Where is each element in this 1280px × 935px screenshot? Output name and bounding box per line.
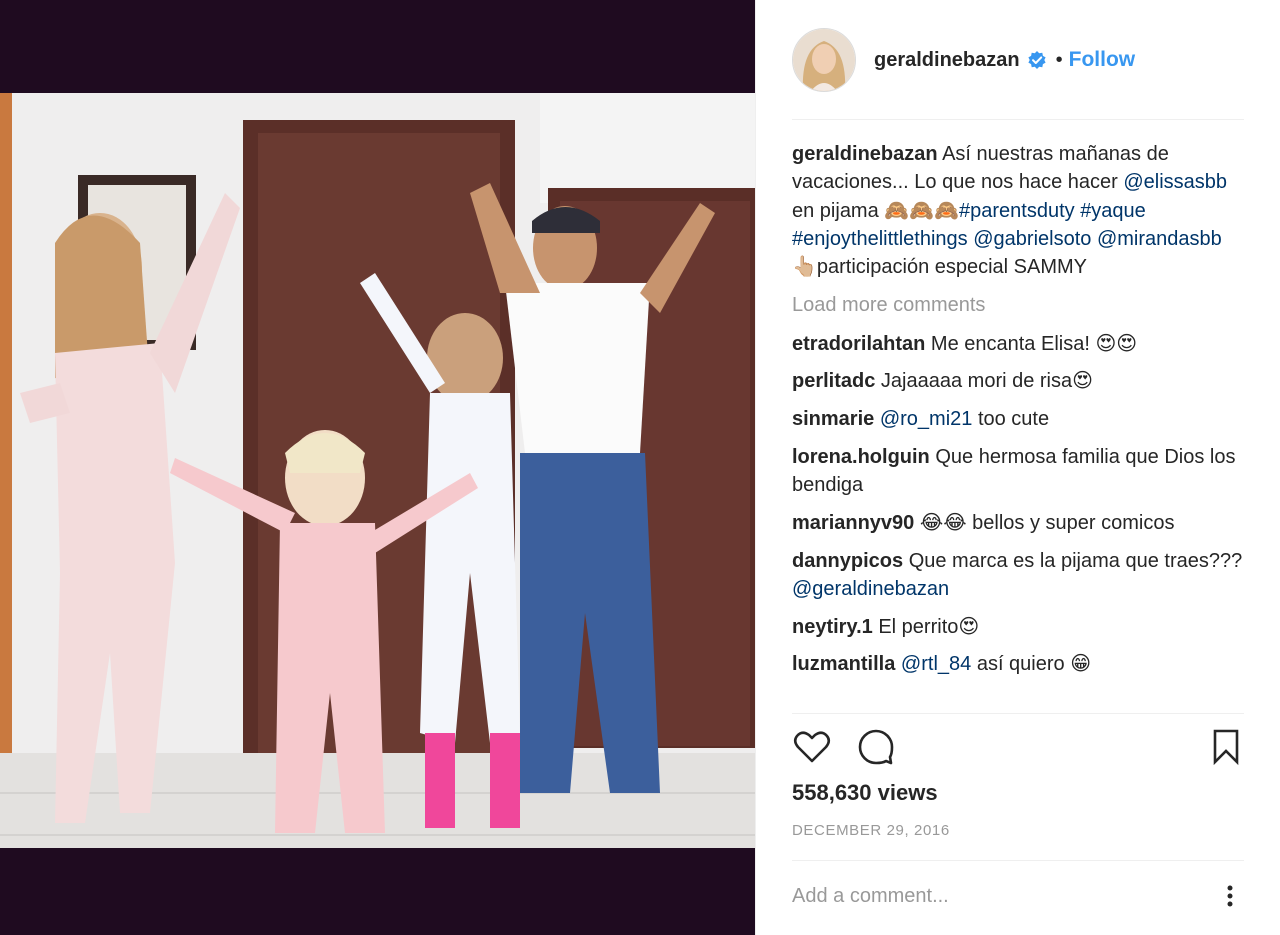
comment-username[interactable]: lorena.holguin — [792, 446, 930, 468]
caption-hashtag[interactable]: #yaque — [1080, 200, 1146, 222]
comment-username[interactable]: neytiry.1 — [792, 616, 873, 638]
comment-text: Me encanta Elisa! 😍😍 — [925, 332, 1138, 355]
video-frame-image — [0, 93, 755, 848]
avatar-image — [793, 29, 855, 91]
post-header: geraldinebazan • Follow — [792, 27, 1244, 93]
header-divider — [792, 119, 1244, 120]
caption-mention[interactable]: @elissasbb — [1123, 171, 1227, 193]
views-count[interactable]: 558,630 views — [792, 780, 938, 806]
comment-text: Jajaaaaa mori de risa😍 — [875, 370, 1093, 393]
comment-text: así quiero 😁 — [971, 653, 1092, 676]
comment-username[interactable]: sinmarie — [792, 408, 874, 430]
comment-username[interactable]: mariannyv90 — [792, 512, 914, 534]
comment-item: mariannyv90 😂😂 bellos y super comicos — [792, 509, 1247, 537]
caption-username[interactable]: geraldinebazan — [792, 143, 938, 165]
comments-list: geraldinebazan Así nuestras mañanas de v… — [792, 140, 1247, 688]
load-more-comments-button[interactable]: Load more comments — [792, 291, 1247, 319]
caption-hashtag[interactable]: #enjoythelittlethings — [792, 228, 968, 250]
comment-item: perlitadc Jajaaaaa mori de risa😍 — [792, 367, 1247, 395]
comment-username[interactable]: dannypicos — [792, 550, 903, 572]
caption-mention[interactable]: @gabrielsoto — [973, 228, 1091, 250]
post-caption: geraldinebazan Así nuestras mañanas de v… — [792, 140, 1247, 281]
action-bar — [792, 727, 1244, 771]
comment-item: lorena.holguin Que hermosa familia que D… — [792, 443, 1247, 500]
comment-mention[interactable]: @rtl_84 — [901, 653, 971, 675]
verified-badge-icon — [1028, 51, 1046, 69]
comment-username[interactable]: perlitadc — [792, 370, 875, 392]
post-side-panel: geraldinebazan • Follow geraldinebazan A… — [755, 0, 1280, 935]
caption-text: en pijama 🙈🙈🙈 — [792, 199, 959, 222]
bookmark-icon[interactable] — [1206, 727, 1246, 767]
comment-text: Que marca es la pijama que traes??? — [903, 549, 1243, 572]
follow-button[interactable]: Follow — [1069, 48, 1136, 72]
comment-mention[interactable]: @ro_mi21 — [880, 408, 973, 430]
post-date[interactable]: DECEMBER 29, 2016 — [792, 822, 950, 839]
comment-username[interactable]: etradorilahtan — [792, 333, 925, 355]
comment-mention[interactable]: @geraldinebazan — [792, 578, 949, 600]
more-dots-icon[interactable] — [1216, 882, 1244, 910]
comment-item: neytiry.1 El perrito😍 — [792, 613, 1247, 641]
caption-text: 👆🏼participación especial SAMMY — [792, 256, 1088, 279]
comments-divider — [792, 713, 1244, 714]
caption-mention[interactable]: @mirandasbb — [1097, 228, 1222, 250]
comment-item: etradorilahtan Me encanta Elisa! 😍😍 — [792, 330, 1247, 358]
comment-bubble-icon[interactable] — [856, 727, 896, 767]
add-comment-input[interactable] — [792, 884, 1216, 908]
comment-username[interactable]: luzmantilla — [792, 653, 895, 675]
comment-text: too cute — [972, 408, 1050, 431]
comment-item: sinmarie @ro_mi21 too cute — [792, 405, 1247, 433]
add-comment-form — [792, 876, 1244, 916]
header-separator: • — [1055, 48, 1063, 71]
comment-item: luzmantilla @rtl_84 así quiero 😁 — [792, 650, 1247, 678]
caption-hashtag[interactable]: #parentsduty — [959, 200, 1075, 222]
author-avatar[interactable] — [792, 28, 856, 92]
comment-text: 😂😂 bellos y super comicos — [914, 511, 1175, 534]
comment-item: dannypicos Que marca es la pijama que tr… — [792, 547, 1247, 604]
media-area — [0, 0, 755, 935]
video-player[interactable] — [0, 93, 755, 848]
heart-icon[interactable] — [792, 727, 832, 767]
footer-divider — [792, 860, 1244, 861]
author-username[interactable]: geraldinebazan — [874, 49, 1020, 72]
comment-text: El perrito😍 — [872, 615, 980, 638]
